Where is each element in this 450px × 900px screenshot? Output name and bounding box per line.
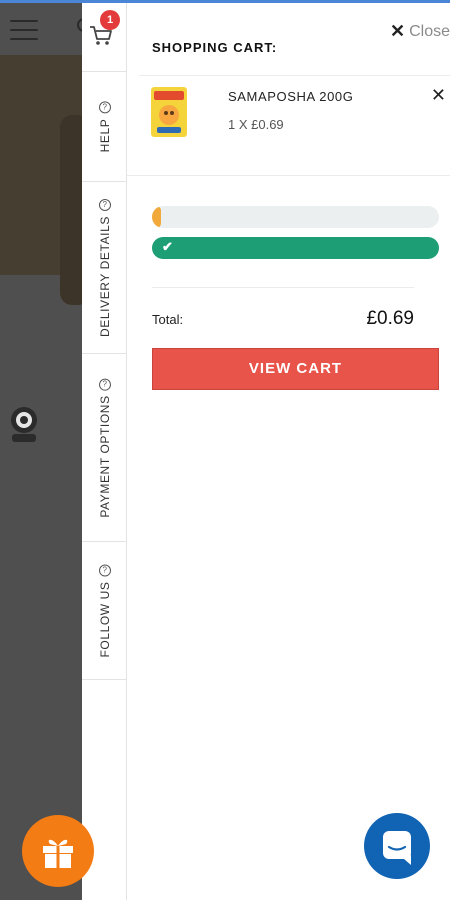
cart-title: SHOPPING CART:: [152, 40, 278, 55]
progress-bar-partial: [152, 206, 439, 228]
chat-button[interactable]: [364, 813, 430, 879]
tab-label: FOLLOW US: [97, 580, 112, 658]
webcam-icon[interactable]: [6, 404, 42, 444]
product-thumbnail[interactable]: [151, 87, 187, 137]
tab-label: PAYMENT OPTIONS: [97, 394, 112, 518]
total-label: Total:: [152, 312, 184, 327]
tab-follow-us[interactable]: FOLLOW US ?: [82, 542, 127, 680]
progress-bar-complete: ✔: [152, 237, 439, 259]
divider: [139, 75, 450, 76]
cart-count-badge: 1: [100, 10, 120, 30]
product-name[interactable]: SAMAPOSHA 200G: [228, 89, 353, 104]
chat-icon: [383, 831, 411, 865]
question-circle-icon: ?: [98, 101, 111, 114]
tab-payment-options[interactable]: PAYMENT OPTIONS ?: [82, 354, 127, 542]
gift-button[interactable]: [22, 815, 94, 887]
cart-item: SAMAPOSHA 200G 1 X £0.69 ✕: [139, 79, 450, 175]
progress-fill: [152, 206, 161, 228]
tab-help[interactable]: HELP ?: [82, 72, 127, 182]
remove-item-icon[interactable]: ✕: [431, 85, 446, 106]
tab-delivery-details[interactable]: DELIVERY DETAILS ?: [82, 182, 127, 354]
gift-icon: [43, 839, 73, 868]
shopping-cart-panel: ✕ Close SHOPPING CART: SAMAPOSHA 200G 1 …: [127, 3, 450, 900]
side-tabs: 1 HELP ? DELIVERY DETAILS ? PAYMENT OPTI…: [82, 0, 127, 900]
divider: [127, 175, 450, 176]
view-cart-button[interactable]: VIEW CART: [152, 348, 439, 390]
question-circle-icon: ?: [98, 563, 111, 576]
tab-label: DELIVERY DETAILS: [97, 215, 112, 337]
close-label: Close: [409, 22, 450, 40]
tab-label: HELP: [97, 118, 112, 152]
check-icon: ✔: [162, 239, 173, 254]
product-quantity-price: 1 X £0.69: [228, 117, 284, 132]
cart-tab[interactable]: 1: [82, 0, 127, 72]
question-circle-icon: ?: [98, 198, 111, 211]
divider: [152, 287, 414, 288]
close-icon: ✕: [390, 21, 406, 41]
total-value: £0.69: [366, 308, 414, 329]
close-button[interactable]: ✕ Close: [390, 21, 450, 42]
question-circle-icon: ?: [98, 377, 111, 390]
